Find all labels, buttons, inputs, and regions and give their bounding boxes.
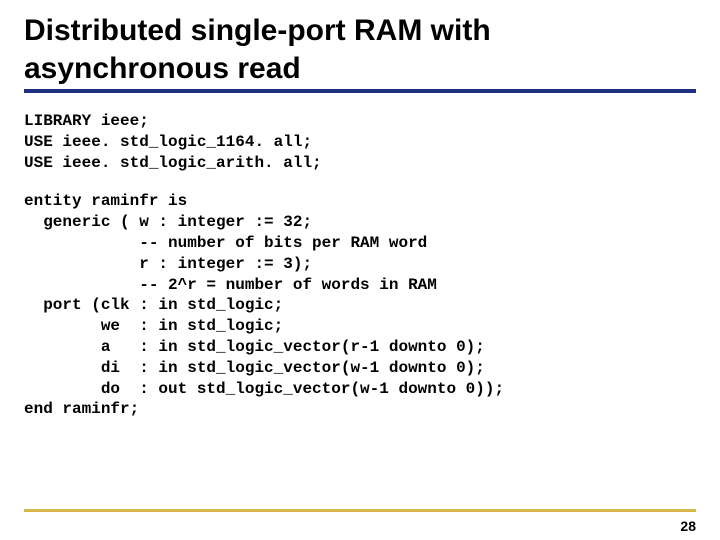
footer-divider <box>24 509 696 512</box>
code-library-section: LIBRARY ieee; USE ieee. std_logic_1164. … <box>24 111 696 173</box>
code-entity-section: entity raminfr is generic ( w : integer … <box>24 191 696 420</box>
title-underline <box>24 89 696 93</box>
title-block: Distributed single-port RAM with asynchr… <box>24 12 696 93</box>
page-number: 28 <box>680 518 696 534</box>
slide-title: Distributed single-port RAM with asynchr… <box>24 12 696 87</box>
